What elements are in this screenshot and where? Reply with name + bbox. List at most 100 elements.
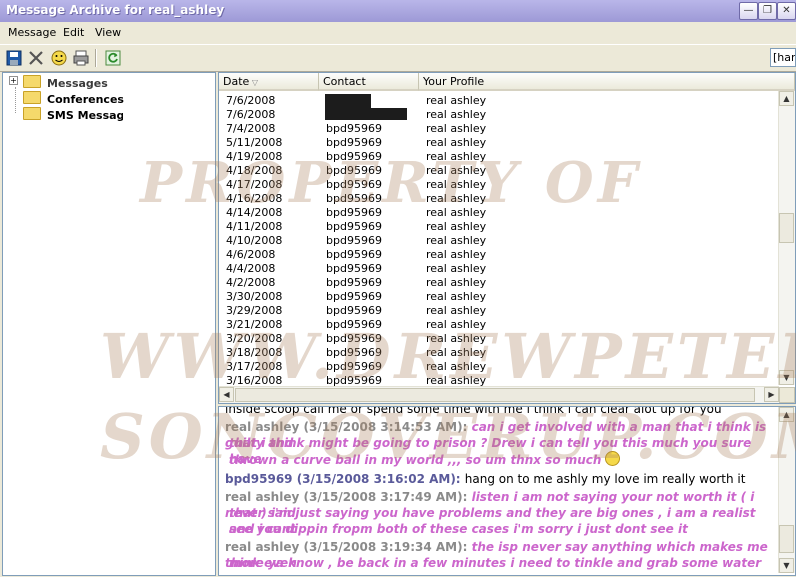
column-header-date[interactable]: Date ▽ [219,73,319,91]
refresh-button[interactable] [104,49,122,67]
menu-message[interactable]: Message [8,26,56,39]
table-row[interactable]: 4/11/2008 bpd95969 real ashley [219,220,777,234]
close-button[interactable]: ✕ [777,2,796,20]
table-row[interactable]: 3/20/2008 bpd95969 real ashley [219,332,777,346]
arrow-up-icon: ▲ [783,410,790,419]
arrow-right-icon: ▶ [768,390,775,399]
table-row[interactable]: 4/14/2008 bpd95969 real ashley [219,206,777,220]
emoticon-button[interactable] [50,49,68,67]
folder-icon [23,91,41,104]
scroll-thumb[interactable] [779,525,794,553]
table-row[interactable]: 4/4/2008 bpd95969 real ashley [219,262,777,276]
table-row[interactable]: 3/17/2008 bpd95969 real ashley [219,360,777,374]
cell-profile: real ashley [426,220,487,233]
title-bar[interactable]: Message Archive for real_ashley — ❐ ✕ [0,0,796,22]
cell-contact: bpd95969 [326,248,382,261]
arrow-up-icon: ▲ [783,94,790,103]
table-row[interactable]: 7/4/2008 bpd95969 real ashley [219,122,777,136]
list-vertical-scrollbar[interactable]: ▲ ▼ [778,91,795,385]
scroll-thumb[interactable] [235,388,755,402]
cell-date: 4/6/2008 [226,248,276,261]
restore-icon: ❐ [763,5,772,16]
message-text: inside scoop call me or spend some time … [225,406,722,416]
table-row[interactable]: 4/19/2008 bpd95969 real ashley [219,150,777,164]
cell-profile: real ashley [426,164,487,177]
arrow-down-icon: ▼ [783,561,790,570]
delete-button[interactable] [27,49,45,67]
scroll-right-button[interactable]: ▶ [764,387,779,402]
folder-tree: Messages Conferences SMS Message [2,72,216,576]
cell-contact: bpd95969 [326,122,382,135]
tree-item-sms[interactable]: SMS Message [23,107,123,123]
cell-profile: real ashley [426,150,487,163]
cell-date: 3/21/2008 [226,318,283,331]
window-title: Message Archive for real_ashley [6,3,225,17]
cell-profile: real ashley [426,248,487,261]
cell-profile: real ashley [426,290,487,303]
message-text: hang on to me ashly my love im really wo… [464,472,746,486]
cell-contact: bpd95969 [326,192,382,205]
cell-contact: bpd95969 [326,290,382,303]
cell-profile: real ashley [426,94,487,107]
table-row[interactable]: 3/21/2008 bpd95969 real ashley [219,318,777,332]
column-label: Date [223,75,250,88]
table-row[interactable]: 4/18/2008 bpd95969 real ashley [219,164,777,178]
folder-icon [23,107,41,120]
cell-date: 4/19/2008 [226,150,283,163]
scroll-left-button[interactable]: ◀ [219,387,234,402]
cell-profile: real ashley [426,206,487,219]
arrow-left-icon: ◀ [223,390,230,399]
minimize-button[interactable]: — [739,2,758,20]
tree-item-messages[interactable]: Messages [23,75,108,91]
table-row[interactable]: 3/30/2008 bpd95969 real ashley [219,290,777,304]
scroll-corner [779,387,795,403]
list-horizontal-scrollbar[interactable]: ◀ ▶ [219,386,779,403]
message-sender: real ashley (3/15/2008 3:14:53 AM): [225,420,472,434]
menu-edit[interactable]: Edit [63,26,84,39]
table-row[interactable]: 3/18/2008 bpd95969 real ashley [219,346,777,360]
scroll-up-button[interactable]: ▲ [779,407,794,422]
column-header-profile[interactable]: Your Profile [419,73,795,91]
column-label: Your Profile [423,75,485,88]
cell-contact: bpd95969 [326,262,382,275]
tree-item-conferences[interactable]: Conferences [23,91,124,107]
print-icon [73,50,89,66]
menu-bar: Message Edit View [0,22,796,42]
scroll-up-button[interactable]: ▲ [779,91,794,106]
arrow-down-icon: ▼ [783,373,790,382]
cell-profile: real ashley [426,332,487,345]
cell-profile: real ashley [426,318,487,331]
table-row[interactable]: 7/6/2008 real ashley [219,108,777,122]
chat-line: see you dippin fropm both of these cases… [229,521,779,537]
scroll-down-button[interactable]: ▼ [779,558,794,573]
refresh-icon [105,50,121,66]
cell-contact: bpd95969 [326,150,382,163]
cell-date: 4/17/2008 [226,178,283,191]
chat-vertical-scrollbar[interactable]: ▲ ▼ [778,407,795,573]
cell-contact: bpd95969 [326,206,382,219]
table-row[interactable]: 5/11/2008 bpd95969 real ashley [219,136,777,150]
message-sender: bpd95969 (3/15/2008 3:16:02 AM): [225,472,465,486]
table-row[interactable]: 4/17/2008 bpd95969 real ashley [219,178,777,192]
cell-date: 3/29/2008 [226,304,283,317]
column-header-contact[interactable]: Contact [319,73,419,91]
table-row[interactable]: 4/10/2008 bpd95969 real ashley [219,234,777,248]
cell-profile: real ashley [426,178,487,191]
scroll-thumb[interactable] [779,213,794,243]
redaction-block [325,94,371,108]
save-button[interactable] [5,49,23,67]
table-row[interactable]: 4/6/2008 bpd95969 real ashley [219,248,777,262]
tree-item-label: SMS Message [47,109,123,122]
chat-line: inside scoop call me or spend some time … [225,406,775,417]
chat-transcript[interactable]: inside scoop call me or spend some time … [218,406,796,576]
table-row[interactable]: 4/2/2008 bpd95969 real ashley [219,276,777,290]
print-button[interactable] [72,49,90,67]
maximize-button[interactable]: ❐ [758,2,777,20]
search-input[interactable]: [han [770,48,796,67]
table-row[interactable]: 3/29/2008 bpd95969 real ashley [219,304,777,318]
table-row[interactable]: 7/6/2008 real ashley [219,94,777,108]
table-row[interactable]: 4/16/2008 bpd95969 real ashley [219,192,777,206]
expand-icon[interactable]: + [9,76,18,85]
scroll-down-button[interactable]: ▼ [779,370,794,385]
menu-view[interactable]: View [95,26,121,39]
